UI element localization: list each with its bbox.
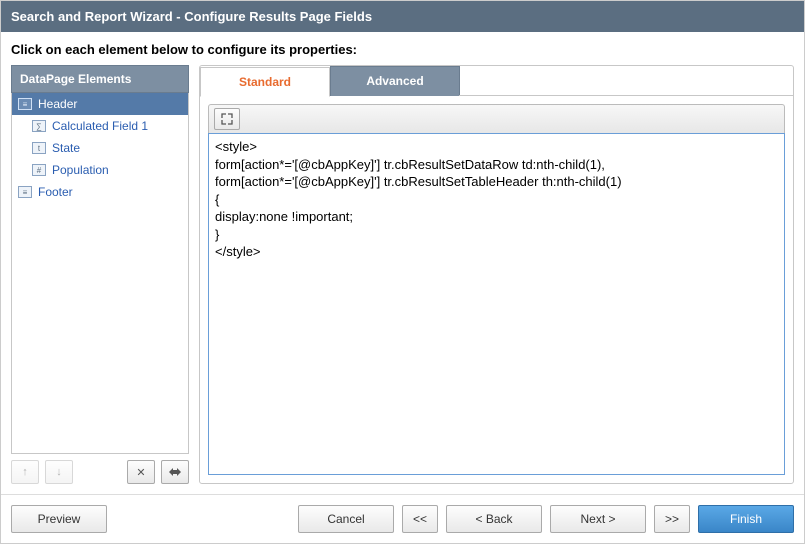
calc-field-icon: ∑ [32, 120, 46, 132]
tab-standard[interactable]: Standard [200, 67, 330, 97]
html-code-editor[interactable] [208, 133, 785, 475]
tab-filler [459, 66, 793, 96]
section-icon: ≡ [18, 186, 32, 198]
editor-area [208, 96, 785, 475]
editor-toolbar [208, 104, 785, 134]
close-icon: ✕ [136, 466, 145, 479]
finish-button[interactable]: Finish [698, 505, 794, 533]
move-up-button[interactable]: ↑ [11, 460, 39, 484]
preview-button[interactable]: Preview [11, 505, 107, 533]
elements-tree[interactable]: ≡ Header ∑ Calculated Field 1 t State # … [11, 93, 189, 454]
delete-button[interactable]: ✕ [127, 460, 155, 484]
tab-strip: Standard Advanced [200, 66, 793, 96]
tree-item-header[interactable]: ≡ Header [12, 93, 188, 115]
tree-item-footer[interactable]: ≡ Footer [12, 181, 188, 203]
arrow-up-icon: ↑ [22, 466, 28, 478]
tree-item-population[interactable]: # Population [12, 159, 188, 181]
number-field-icon: # [32, 164, 46, 176]
right-column: Standard Advanced [199, 65, 794, 484]
back-button[interactable]: < Back [446, 505, 542, 533]
insert-icon [168, 466, 182, 478]
window-title: Search and Report Wizard - Configure Res… [1, 1, 804, 32]
tree-toolbar: ↑ ↓ ✕ [11, 454, 189, 484]
move-down-button[interactable]: ↓ [45, 460, 73, 484]
instruction-text: Click on each element below to configure… [1, 32, 804, 65]
tree-item-label: Calculated Field 1 [52, 119, 148, 133]
expand-editor-button[interactable] [214, 108, 240, 130]
tree-item-label: Footer [38, 185, 73, 199]
tree-item-calculated-field-1[interactable]: ∑ Calculated Field 1 [12, 115, 188, 137]
tab-advanced[interactable]: Advanced [330, 66, 460, 96]
tree-item-label: State [52, 141, 80, 155]
section-icon: ≡ [18, 98, 32, 110]
cancel-button[interactable]: Cancel [298, 505, 394, 533]
tree-item-label: Population [52, 163, 109, 177]
datapage-elements-header: DataPage Elements [11, 65, 189, 93]
main-area: DataPage Elements ≡ Header ∑ Calculated … [1, 65, 804, 494]
left-column: DataPage Elements ≡ Header ∑ Calculated … [11, 65, 189, 484]
last-page-button[interactable]: >> [654, 505, 690, 533]
expand-icon [221, 113, 233, 125]
text-field-icon: t [32, 142, 46, 154]
tree-item-label: Header [38, 97, 77, 111]
wizard-footer: Preview Cancel << < Back Next > >> Finis… [1, 494, 804, 543]
tree-item-state[interactable]: t State [12, 137, 188, 159]
arrow-down-icon: ↓ [56, 466, 62, 478]
next-button[interactable]: Next > [550, 505, 646, 533]
wizard-window: Search and Report Wizard - Configure Res… [0, 0, 805, 544]
insert-button[interactable] [161, 460, 189, 484]
first-page-button[interactable]: << [402, 505, 438, 533]
